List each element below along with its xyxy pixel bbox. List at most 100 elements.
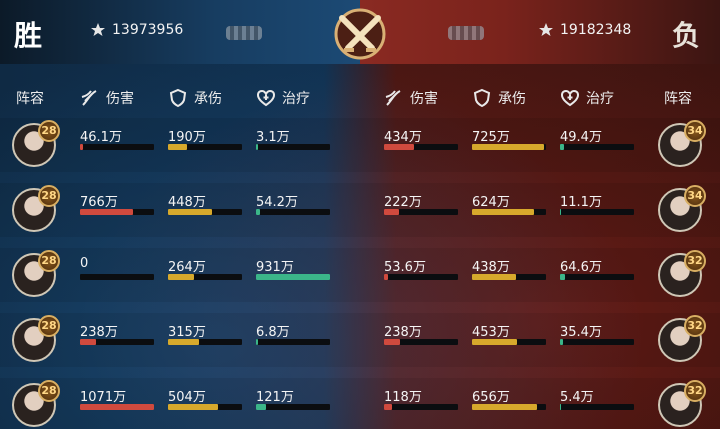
left-heal-bar-fill: [256, 144, 258, 150]
left-heal-bar-fill: [256, 209, 260, 215]
damage-label: 伤害: [106, 91, 134, 107]
right-hero-level-badge: 34: [684, 185, 706, 207]
shield-icon: [473, 88, 491, 108]
left-tank-value: 264万: [168, 260, 206, 275]
right-heal-bar: [560, 404, 634, 410]
left-damage-bar-fill: [80, 404, 154, 410]
col-heal-left: 治疗: [256, 88, 310, 108]
right-power: 19182348: [538, 22, 631, 38]
lineup-label: 阵容: [16, 91, 44, 107]
right-tank-value: 725万: [472, 130, 510, 145]
right-heal-bar: [560, 209, 634, 215]
right-damage-bar-fill: [384, 404, 392, 410]
left-tank-bar-fill: [168, 209, 212, 215]
right-power-value: 19182348: [560, 22, 632, 38]
right-damage-bar: [384, 404, 458, 410]
left-heal-value: 121万: [256, 390, 294, 405]
left-hero-level-badge: 28: [38, 315, 60, 337]
tank-label: 承伤: [498, 91, 526, 107]
right-hero-level-badge: 32: [684, 250, 706, 272]
left-damage-bar: [80, 144, 154, 150]
left-tank-bar: [168, 144, 242, 150]
right-tank-bar: [472, 339, 546, 345]
left-heal-value: 931万: [256, 260, 294, 275]
right-tank-bar: [472, 209, 546, 215]
right-damage-value: 434万: [384, 130, 422, 145]
col-tank-right: 承伤: [472, 88, 526, 108]
right-tank-bar-fill: [472, 144, 544, 150]
col-lineup-right: 阵容: [664, 88, 692, 108]
right-damage-bar-fill: [384, 144, 414, 150]
right-heal-bar: [560, 339, 634, 345]
left-damage-bar-fill: [80, 209, 133, 215]
right-heal-value: 11.1万: [560, 195, 602, 210]
left-damage-value: 238万: [80, 325, 118, 340]
right-heal-bar: [560, 144, 634, 150]
left-tank-bar: [168, 339, 242, 345]
left-heal-bar-fill: [256, 274, 330, 280]
left-damage-bar: [80, 339, 154, 345]
left-damage-value: 1071万: [80, 390, 127, 405]
right-tank-bar: [472, 274, 546, 280]
left-damage-bar: [80, 209, 154, 215]
left-damage-bar-fill: [80, 144, 83, 150]
column-headers: 阵容 伤害 承伤 治疗 伤害 承伤 治疗 阵容: [0, 80, 720, 118]
col-damage-right: 伤害: [384, 88, 438, 108]
left-heal-bar: [256, 339, 330, 345]
damage-label: 伤害: [410, 91, 438, 107]
left-power: 13973956: [90, 22, 183, 38]
right-tank-bar: [472, 144, 546, 150]
right-tank-bar-fill: [472, 209, 534, 215]
right-player-name-blurred: [448, 26, 484, 40]
right-damage-bar: [384, 144, 458, 150]
right-heal-bar-fill: [560, 339, 563, 345]
left-tank-bar-fill: [168, 144, 187, 150]
left-heal-bar-fill: [256, 339, 258, 345]
left-tank-bar-fill: [168, 339, 199, 345]
left-damage-value: 46.1万: [80, 130, 122, 145]
defeat-label: 负: [672, 19, 702, 52]
right-damage-value: 118万: [384, 390, 422, 405]
power-icon: [539, 23, 553, 36]
right-damage-value: 238万: [384, 325, 422, 340]
right-tank-value: 438万: [472, 260, 510, 275]
heal-label: 治疗: [586, 91, 614, 107]
power-icon: [91, 23, 105, 36]
left-heal-value: 54.2万: [256, 195, 298, 210]
right-heal-value: 35.4万: [560, 325, 602, 340]
col-tank-left: 承伤: [168, 88, 222, 108]
right-heal-value: 5.4万: [560, 390, 594, 405]
lineup-label: 阵容: [664, 91, 692, 107]
col-damage-left: 伤害: [80, 88, 134, 108]
heal-icon: [256, 89, 276, 107]
left-tank-bar: [168, 404, 242, 410]
left-tank-value: 504万: [168, 390, 206, 405]
right-heal-bar: [560, 274, 634, 280]
right-tank-bar-fill: [472, 274, 516, 280]
right-damage-value: 222万: [384, 195, 422, 210]
right-damage-bar-fill: [384, 274, 388, 280]
left-tank-value: 190万: [168, 130, 206, 145]
heal-label: 治疗: [282, 91, 310, 107]
right-hero-level-badge: 34: [684, 120, 706, 142]
right-tank-bar-fill: [472, 404, 537, 410]
left-heal-value: 3.1万: [256, 130, 290, 145]
left-hero-level-badge: 28: [38, 185, 60, 207]
left-player-name-blurred: [226, 26, 262, 40]
right-tank-bar-fill: [472, 339, 517, 345]
left-heal-bar: [256, 144, 330, 150]
right-hero-level-badge: 32: [684, 315, 706, 337]
right-heal-bar-fill: [560, 209, 561, 215]
shield-icon: [169, 88, 187, 108]
left-tank-bar-fill: [168, 274, 194, 280]
left-heal-bar-fill: [256, 404, 266, 410]
left-damage-bar: [80, 274, 154, 280]
tank-label: 承伤: [194, 91, 222, 107]
left-tank-bar-fill: [168, 404, 218, 410]
battle-stats-screen: { "header": { "left_result": "胜", "right…: [0, 0, 720, 429]
left-tank-value: 315万: [168, 325, 206, 340]
left-heal-bar: [256, 274, 330, 280]
left-heal-bar: [256, 209, 330, 215]
left-damage-value: 766万: [80, 195, 118, 210]
left-tank-value: 448万: [168, 195, 206, 210]
